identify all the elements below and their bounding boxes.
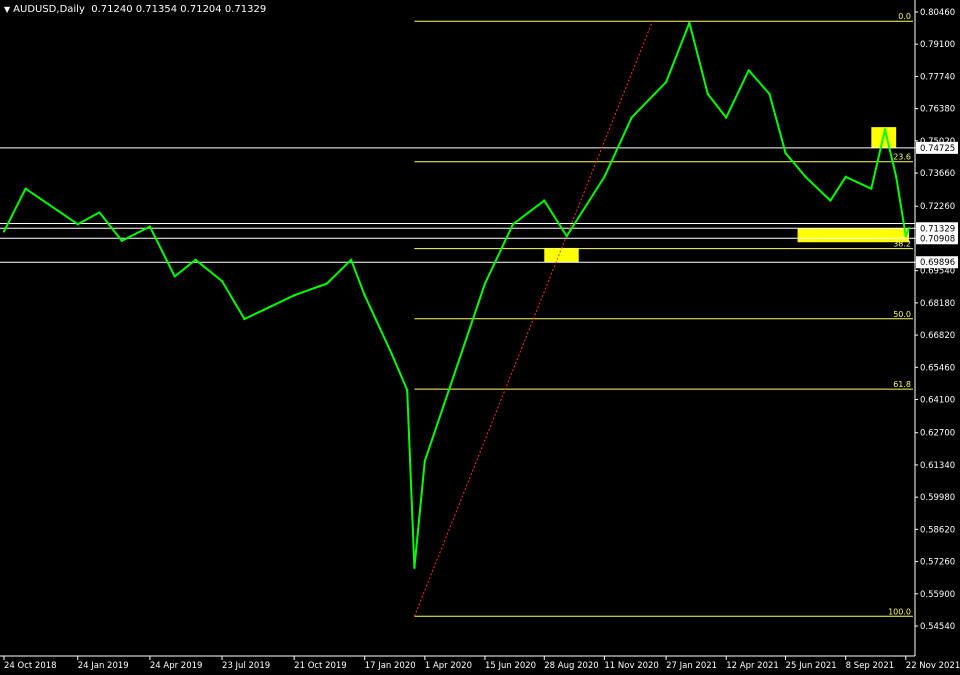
x-tick-label-6: 1 Apr 2020: [425, 661, 472, 671]
x-tick-label-9: 11 Nov 2020: [604, 661, 658, 671]
y-tick-label-0: 0.80460: [920, 8, 955, 18]
price-point-29[interactable]: [725, 116, 728, 119]
x-tick-label-7: 15 Jun 2020: [485, 661, 536, 671]
x-tick-label-5: 17 Jan 2020: [365, 661, 416, 671]
y-tick-label-12: 0.68180: [920, 299, 955, 309]
price-point-22[interactable]: [543, 199, 546, 202]
fib-label-1: 23.6: [893, 153, 911, 162]
price-point-31[interactable]: [768, 92, 771, 96]
x-tick-label-11: 12 Apr 2021: [726, 661, 779, 671]
y-tick-label-17: 0.61340: [920, 461, 955, 471]
price-point-16[interactable]: [406, 388, 409, 392]
x-tick-label-12: 25 Jun 2021: [786, 661, 837, 671]
price-chart[interactable]: 0.0 23.6 38.2 50.0 61.8 100.0 0.80460 0.79100 0.…: [0, 0, 960, 675]
fib-label-4: 61.8: [893, 380, 911, 389]
price-point-7[interactable]: [194, 258, 197, 261]
y-tick-label-14: 0.65460: [920, 363, 955, 373]
fib-label-5: 100.0: [888, 607, 911, 616]
price-point-36[interactable]: [870, 187, 873, 190]
x-tick-label-0: 24 Oct 2018: [4, 661, 57, 671]
price-point-37[interactable]: [883, 128, 887, 131]
price-point-26[interactable]: [664, 80, 668, 84]
y-tick-label-19: 0.58620: [920, 525, 955, 535]
y-tick-label-11: 0.69540: [920, 267, 955, 277]
x-tick-label-8: 28 Aug 2020: [544, 661, 598, 671]
price-point-24[interactable]: [603, 175, 606, 179]
y-tick-label-15: 0.64100: [920, 396, 955, 406]
x-tick-label-2: 24 Apr 2019: [150, 661, 203, 671]
y-tick-label-22: 0.54540: [920, 622, 955, 632]
price-point-25[interactable]: [630, 116, 633, 119]
x-tick-label-3: 23 Jul 2019: [222, 661, 270, 671]
price-point-35[interactable]: [844, 175, 847, 179]
y-tick-label-7: 0.72260: [920, 202, 955, 212]
price-point-9[interactable]: [243, 317, 246, 321]
price-point-3[interactable]: [98, 211, 101, 214]
price-point-12[interactable]: [325, 282, 329, 285]
price-point-23[interactable]: [565, 234, 568, 238]
price-point-33[interactable]: [804, 175, 807, 179]
y-tick-label-1: 0.79100: [920, 40, 955, 50]
y-tick-label-6: 0.73660: [920, 169, 955, 179]
price-point-38[interactable]: [894, 175, 898, 179]
price-point-2[interactable]: [76, 223, 79, 226]
fib-label-2: 38.2: [893, 240, 911, 249]
price-point-13[interactable]: [349, 258, 353, 261]
price-point-15[interactable]: [390, 353, 394, 356]
price-point-34[interactable]: [829, 199, 832, 202]
price-point-39[interactable]: [904, 234, 907, 238]
price-series-line[interactable]: [3, 21, 910, 569]
y-tick-label-21: 0.55900: [920, 590, 955, 600]
x-tick-label-1: 24 Jan 2019: [78, 661, 129, 671]
price-point-28[interactable]: [706, 92, 709, 96]
price-point-1[interactable]: [24, 187, 27, 190]
y-tick-label-3: 0.76380: [920, 105, 955, 115]
x-tick-label-14: 22 Nov 2021: [906, 661, 960, 671]
y-tick-label-2: 0.77740: [920, 72, 955, 82]
price-point-10[interactable]: [268, 305, 271, 309]
x-tick-label-4: 21 Oct 2019: [294, 661, 347, 671]
price-point-19[interactable]: [447, 388, 451, 392]
price-point-6[interactable]: [173, 275, 176, 278]
fib-label-0: 0.0: [898, 12, 911, 21]
price-point-11[interactable]: [292, 294, 296, 297]
y-tick-label-20: 0.57260: [920, 558, 955, 568]
price-point-5[interactable]: [148, 225, 152, 228]
price-point-30[interactable]: [747, 69, 750, 72]
price-point-18[interactable]: [423, 459, 427, 463]
price-point-4[interactable]: [120, 239, 124, 243]
y-tick-label-5: 0.74725: [920, 144, 955, 154]
price-point-40[interactable]: [907, 227, 911, 230]
y-tick-label-16: 0.62700: [920, 429, 955, 439]
price-point-14[interactable]: [363, 294, 366, 297]
price-point-21[interactable]: [511, 223, 515, 226]
price-point-8[interactable]: [220, 279, 224, 283]
highlight-zone-0[interactable]: [544, 247, 579, 263]
fib-label-3: 50.0: [893, 310, 911, 319]
price-point-17[interactable]: [413, 566, 416, 569]
x-tick-label-10: 27 Jan 2021: [666, 661, 717, 671]
price-point-0[interactable]: [2, 230, 6, 233]
y-tick-label-18: 0.59980: [920, 493, 955, 503]
price-point-32[interactable]: [784, 151, 787, 155]
price-point-20[interactable]: [483, 282, 487, 285]
x-tick-label-13: 8 Sep 2021: [846, 661, 894, 671]
y-tick-label-9: 0.70908: [920, 234, 955, 244]
price-point-27[interactable]: [688, 21, 691, 25]
y-tick-label-13: 0.66820: [920, 331, 955, 341]
